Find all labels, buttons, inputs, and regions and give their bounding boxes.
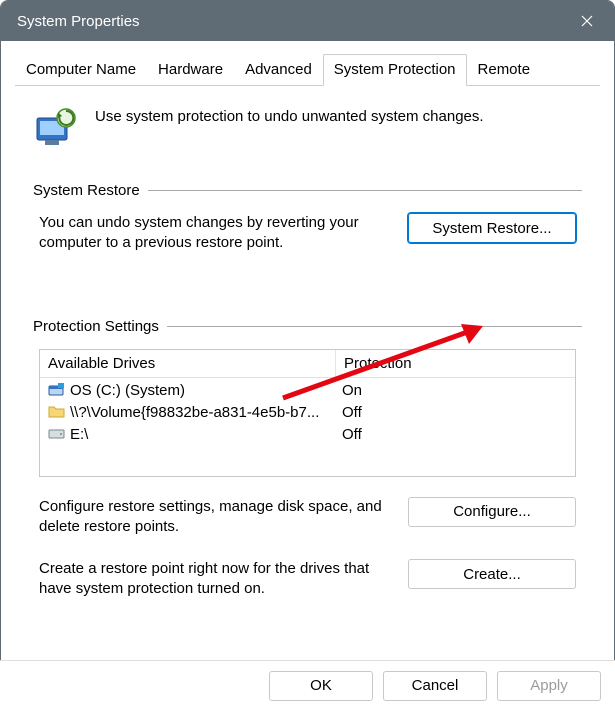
group-heading: System Restore	[33, 182, 582, 199]
drive-row[interactable]: \\?\Volume{f98832be-a831-4e5b-b7... Off	[40, 402, 575, 424]
group-heading: Protection Settings	[33, 318, 582, 335]
configure-description: Configure restore settings, manage disk …	[39, 497, 396, 538]
column-header-protection[interactable]: Protection	[336, 350, 575, 377]
tab-remote[interactable]: Remote	[467, 54, 542, 86]
apply-button[interactable]: Apply	[497, 671, 601, 701]
create-row: Create a restore point right now for the…	[33, 559, 582, 600]
column-header-drive[interactable]: Available Drives	[40, 350, 336, 377]
group-divider	[167, 326, 582, 327]
tab-hardware[interactable]: Hardware	[147, 54, 234, 86]
configure-button[interactable]: Configure...	[408, 497, 576, 527]
drive-protection: Off	[342, 426, 567, 443]
window-title: System Properties	[17, 13, 564, 30]
drive-protection: On	[342, 382, 567, 399]
group-heading-text: System Restore	[33, 182, 140, 199]
os-drive-icon	[48, 382, 66, 400]
close-button[interactable]	[564, 5, 610, 37]
drive-name: OS (C:) (System)	[70, 382, 185, 399]
drives-list: Available Drives Protection OS (C:) (Sys…	[39, 349, 576, 477]
group-system-restore: System Restore You can undo system chang…	[33, 182, 582, 254]
drives-body: OS (C:) (System) On \\?\Volume{f98832be-…	[40, 378, 575, 476]
drives-header: Available Drives Protection	[40, 350, 575, 378]
ok-button[interactable]: OK	[269, 671, 373, 701]
titlebar: System Properties	[1, 1, 614, 41]
folder-icon	[48, 404, 66, 422]
system-restore-row: You can undo system changes by reverting…	[33, 213, 582, 254]
drive-protection: Off	[342, 404, 567, 421]
tab-panel-system-protection: Use system protection to undo unwanted s…	[15, 86, 600, 628]
dialog-button-bar: OK Cancel Apply	[0, 660, 615, 710]
system-protection-icon	[33, 106, 79, 148]
create-button[interactable]: Create...	[408, 559, 576, 589]
group-protection-settings: Protection Settings Available Drives Pro…	[33, 318, 582, 600]
tab-advanced[interactable]: Advanced	[234, 54, 323, 86]
intro-row: Use system protection to undo unwanted s…	[33, 106, 582, 148]
tab-computer-name[interactable]: Computer Name	[15, 54, 147, 86]
tab-system-protection[interactable]: System Protection	[323, 54, 467, 86]
intro-text: Use system protection to undo unwanted s…	[95, 106, 484, 125]
cancel-button[interactable]: Cancel	[383, 671, 487, 701]
system-restore-description: You can undo system changes by reverting…	[39, 213, 396, 254]
system-restore-button[interactable]: System Restore...	[408, 213, 576, 243]
drive-name: E:\	[70, 426, 88, 443]
group-divider	[148, 190, 582, 191]
drive-name: \\?\Volume{f98832be-a831-4e5b-b7...	[70, 404, 319, 421]
group-heading-text: Protection Settings	[33, 318, 159, 335]
hard-drive-icon	[48, 426, 66, 444]
drive-row[interactable]: E:\ Off	[40, 424, 575, 446]
close-icon	[581, 15, 593, 27]
dialog-content: Computer Name Hardware Advanced System P…	[1, 41, 614, 628]
tab-bar: Computer Name Hardware Advanced System P…	[15, 53, 600, 86]
drive-row[interactable]: OS (C:) (System) On	[40, 380, 575, 402]
create-description: Create a restore point right now for the…	[39, 559, 396, 600]
configure-row: Configure restore settings, manage disk …	[33, 497, 582, 538]
